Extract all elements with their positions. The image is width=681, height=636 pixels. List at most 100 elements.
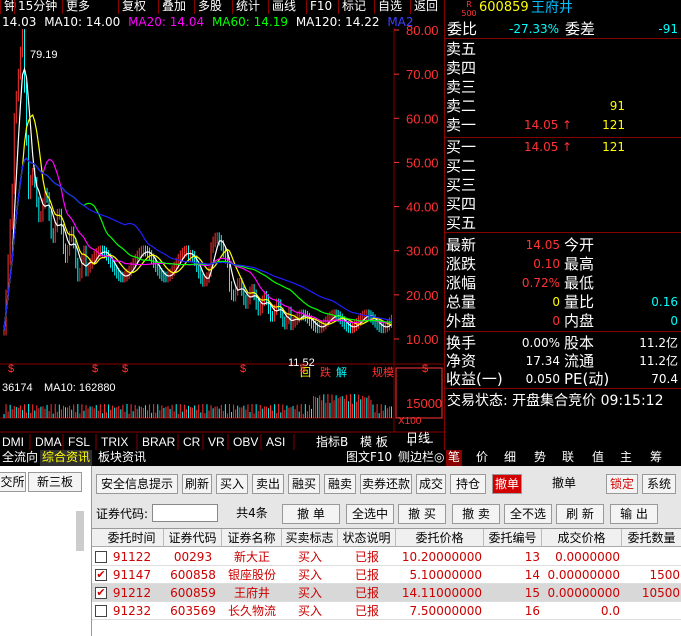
form-button-5[interactable]: 刷 新 bbox=[556, 504, 604, 524]
cell-price: 14.11000000 bbox=[401, 586, 482, 600]
toolbar-button-7[interactable]: 成交 bbox=[416, 474, 446, 494]
menu-item-6[interactable]: 统计 bbox=[232, 0, 263, 14]
price-tick-label: 60.00 bbox=[406, 111, 439, 126]
count-label: 共4条 bbox=[236, 506, 268, 520]
neeq-button[interactable]: 新三板 bbox=[28, 472, 82, 492]
side-tab-0[interactable]: 图文F10 bbox=[344, 450, 394, 466]
volume-ma-label: MA10: 162880 bbox=[44, 382, 116, 394]
buy-vol: 121 bbox=[602, 140, 625, 154]
side-tab-6[interactable]: 联 bbox=[560, 450, 576, 466]
stat-label: 净资 bbox=[446, 352, 477, 370]
divider bbox=[445, 331, 681, 332]
cell-code: 00293 bbox=[173, 550, 213, 564]
form-button-4[interactable]: 全不选 bbox=[504, 504, 552, 524]
table-row[interactable]: 91122 00293 新大正 买入 已报 10.20000000 13 0.0000000 bbox=[92, 548, 681, 566]
divider bbox=[445, 232, 681, 233]
toolbar-button-0[interactable]: 安全信息提示 bbox=[96, 474, 178, 494]
menu-item-1[interactable]: 15分钟 bbox=[14, 0, 60, 14]
indicator-tab: VR bbox=[208, 435, 225, 449]
stock-name: 王府井 bbox=[531, 0, 573, 16]
form-button-1[interactable]: 全选中 bbox=[346, 504, 394, 524]
toolbar-button-12[interactable]: 系统 bbox=[642, 474, 676, 494]
stat-label: 涨跌 bbox=[446, 255, 477, 273]
event-mark: $ bbox=[122, 363, 128, 375]
column-header: 委托时间 bbox=[100, 529, 164, 547]
cell-qty: 10500 bbox=[641, 586, 680, 600]
table-row[interactable]: ✔ 91147 600858 银座股份 买入 已报 5.10000000 14 0.000000… bbox=[92, 566, 681, 584]
ma-price: 14.03 bbox=[2, 15, 37, 29]
toolbar-button-5[interactable]: 融卖 bbox=[324, 474, 356, 494]
toolbar-button-2[interactable]: 买入 bbox=[216, 474, 248, 494]
menu-item-3[interactable]: 复权 bbox=[118, 0, 149, 14]
menu-item-2[interactable]: 更多 bbox=[62, 0, 93, 14]
cell-side: 买入 bbox=[297, 586, 322, 600]
side-tab-7[interactable]: 值 bbox=[590, 450, 606, 466]
stat-label: 流通 bbox=[564, 352, 595, 370]
side-tab-8[interactable]: 主 bbox=[618, 450, 634, 466]
menu-item-7[interactable]: 画线 bbox=[268, 0, 299, 14]
sell-label: 卖一 bbox=[446, 116, 477, 134]
form-button-0[interactable]: 撤 单 bbox=[282, 504, 340, 524]
form-button-6[interactable]: 输 出 bbox=[610, 504, 658, 524]
toolbar-button-3[interactable]: 卖出 bbox=[252, 474, 284, 494]
ma120-label: MA120: 14.22 bbox=[295, 15, 380, 29]
cell-id: 15 bbox=[524, 586, 540, 600]
cell-deal: 0.0 bbox=[600, 604, 620, 618]
exchange-button[interactable]: 交所 bbox=[0, 472, 26, 492]
toolbar-button-9[interactable]: 撤单 bbox=[492, 474, 522, 494]
toolbar-button-6[interactable]: 卖券还款 bbox=[360, 474, 412, 494]
price-tick-label: 50.00 bbox=[406, 155, 439, 170]
sell-label: 卖二 bbox=[446, 97, 477, 115]
bottom-tab-0[interactable]: 全流向 bbox=[0, 450, 40, 466]
form-button-2[interactable]: 撤 买 bbox=[398, 504, 446, 524]
table-row[interactable]: ✔ 91212 600859 王府井 买入 已报 14.11000000 15 0.000000… bbox=[92, 584, 681, 602]
stat-label: 总量 bbox=[446, 293, 477, 311]
side-tab-9[interactable]: 筹 bbox=[648, 450, 664, 466]
table-row[interactable]: 91232 603569 长久物流 买入 已报 7.50000000 16 0.0 bbox=[92, 602, 681, 620]
bottom-tab-2[interactable]: 板块资讯 bbox=[96, 450, 148, 466]
quote-panel: R 500 600859 王府井 委比 -27.33% 委差 -91 卖五 卖四卖… bbox=[444, 0, 681, 466]
buy-label: 买三 bbox=[446, 176, 477, 194]
scrollbar[interactable] bbox=[76, 511, 84, 551]
toolbar-button-8[interactable]: 持仓 bbox=[450, 474, 486, 494]
kline-chart[interactable]: 80.0070.0060.0050.0040.0030.0020.0010.00… bbox=[0, 14, 444, 466]
indicator-right-tab: 指标B bbox=[316, 434, 348, 449]
side-tab-3[interactable]: 价 bbox=[474, 450, 490, 466]
toolbar-button-10[interactable]: 撤单 bbox=[542, 474, 586, 494]
left-tabs: 全流向 综合资讯 板块资讯 bbox=[0, 450, 200, 466]
divider bbox=[445, 388, 681, 389]
form-button-3[interactable]: 撤 卖 bbox=[452, 504, 500, 524]
buy-price: 14.05 bbox=[524, 140, 559, 154]
stat-value: 0 bbox=[552, 295, 560, 309]
side-tab-2[interactable]: 笔 bbox=[446, 450, 463, 466]
volume-axis-label: 15000 bbox=[406, 396, 442, 411]
bottom-tab-1[interactable]: 综合资讯 bbox=[40, 450, 93, 466]
menu-item-5[interactable]: 多股 bbox=[194, 0, 225, 14]
toolbar-button-1[interactable]: 刷新 bbox=[182, 474, 212, 494]
menu-item-8[interactable]: F10 bbox=[306, 0, 335, 14]
cell-deal: 0.00000000 bbox=[547, 568, 620, 582]
cell-qty bbox=[622, 602, 681, 620]
menu-item-9[interactable]: 标记 bbox=[338, 0, 369, 14]
ma10-label: MA10: 14.00 bbox=[44, 15, 121, 29]
menu-item-4[interactable]: 叠加 bbox=[158, 0, 189, 14]
stat-label: PE(动) bbox=[564, 370, 610, 388]
stat-value: 11.2亿 bbox=[639, 354, 678, 368]
toolbar-button-4[interactable]: 融买 bbox=[288, 474, 320, 494]
daily-label: 日线 bbox=[406, 431, 430, 445]
cell-side: 买入 bbox=[297, 568, 322, 582]
menu-item-10[interactable]: 自选 bbox=[374, 0, 405, 14]
up-arrow-icon: ↑ bbox=[562, 118, 573, 132]
weicha-value: -91 bbox=[658, 22, 678, 36]
column-header: 成交价格 bbox=[542, 529, 622, 547]
side-tab-5[interactable]: 势 bbox=[532, 450, 548, 466]
side-tab-4[interactable]: 细 bbox=[502, 450, 518, 466]
indicator-tab: FSL bbox=[68, 435, 90, 449]
sell-label: 卖五 bbox=[446, 40, 477, 58]
code-input[interactable] bbox=[152, 504, 218, 522]
toolbar-button-11[interactable]: 锁定 bbox=[606, 474, 638, 494]
stat-value: 0.050 bbox=[525, 372, 560, 386]
side-tab-1[interactable]: 侧边栏◎ bbox=[396, 450, 446, 466]
chart-mark: 解 bbox=[336, 365, 347, 379]
menu-item-11[interactable]: 返回 bbox=[410, 0, 441, 14]
